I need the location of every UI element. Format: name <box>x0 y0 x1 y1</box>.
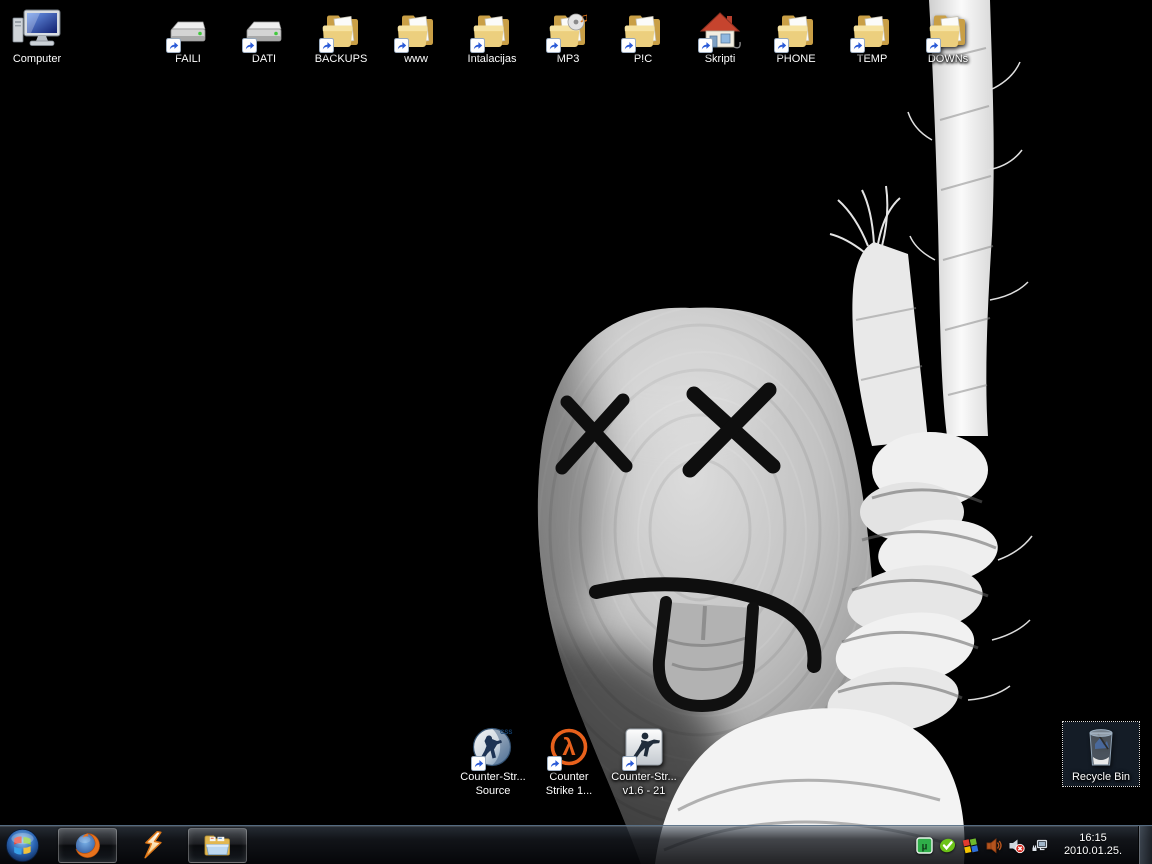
taskbar: µ <box>0 825 1152 864</box>
desktop-icon-skripti[interactable]: Skripti <box>682 4 758 68</box>
folder-icon <box>319 6 363 52</box>
desktop-icon-counter-strike-source[interactable]: Counter-Str... Source <box>455 722 531 800</box>
harddrive-icon <box>166 6 210 52</box>
shortcut-arrow-icon <box>319 38 334 53</box>
desktop-icon-computer[interactable]: Computer <box>0 4 75 68</box>
volume-muted-tray-icon[interactable] <box>1007 836 1025 854</box>
harddrive-icon <box>242 6 286 52</box>
audio-manager-tray-icon[interactable] <box>984 836 1002 854</box>
system-tray: µ <box>915 826 1152 864</box>
taskbar-clock[interactable]: 16:15 2010.01.25. <box>1055 832 1131 858</box>
taskbar-button-winamp[interactable] <box>130 829 176 862</box>
colored-squares-tray-icon[interactable] <box>961 836 979 854</box>
folder-icon <box>774 6 818 52</box>
folder-icon <box>470 6 514 52</box>
folder-icon <box>926 6 970 52</box>
house-icon <box>698 6 742 52</box>
shortcut-arrow-icon <box>622 756 637 771</box>
desktop-icon-intalacijas[interactable]: Intalacijas <box>454 4 530 68</box>
desktop-icon-recycle-bin[interactable]: Recycle Bin <box>1063 722 1139 786</box>
desktop-icon-temp[interactable]: TEMP <box>834 4 910 68</box>
folder-icon <box>850 6 894 52</box>
desktop-icon-counter-strike-16[interactable]: Counter-Str... v1.6 - 21 <box>606 722 682 800</box>
taskbar-button-firefox[interactable] <box>58 828 117 863</box>
winamp-lightning-icon <box>141 830 165 860</box>
desktop-icon-downs[interactable]: DOWNs <box>910 4 986 68</box>
desktop-icon-faili[interactable]: FAILI <box>150 4 226 68</box>
folder-icon <box>621 6 665 52</box>
shortcut-arrow-icon <box>546 38 561 53</box>
counter-strike-16-icon <box>621 724 667 770</box>
desktop-icon-counter-strike-1[interactable]: Counter Strike 1... <box>531 722 607 800</box>
desktop-icon-dati[interactable]: DATI <box>226 4 302 68</box>
taskbar-button-explorer[interactable] <box>188 828 247 863</box>
shortcut-arrow-icon <box>470 38 485 53</box>
security-check-tray-icon[interactable] <box>938 836 956 854</box>
desktop-icon-phone[interactable]: PHONE <box>758 4 834 68</box>
desktop-icon-pic[interactable]: P!C <box>605 4 681 68</box>
music-folder-icon <box>546 6 590 52</box>
svg-text:µ: µ <box>921 841 927 852</box>
shortcut-arrow-icon <box>242 38 257 53</box>
firefox-icon <box>73 831 102 860</box>
half-life-lambda-icon <box>546 724 592 770</box>
clock-time: 16:15 <box>1055 832 1131 845</box>
counter-strike-source-icon <box>470 724 516 770</box>
start-button[interactable] <box>2 826 42 864</box>
clock-date: 2010.01.25. <box>1055 845 1131 858</box>
explorer-folder-icon <box>202 831 233 860</box>
shortcut-arrow-icon <box>926 38 941 53</box>
shortcut-arrow-icon <box>394 38 409 53</box>
computer-icon <box>10 6 64 52</box>
desktop: Computer FAILI DATI BACKUPS www Intalaci… <box>0 0 1152 864</box>
shortcut-arrow-icon <box>621 38 636 53</box>
shortcut-arrow-icon <box>850 38 865 53</box>
shortcut-arrow-icon <box>698 38 713 53</box>
folder-icon <box>394 6 438 52</box>
utorrent-tray-icon[interactable]: µ <box>915 836 933 854</box>
recycle-bin-icon <box>1078 724 1124 770</box>
shortcut-arrow-icon <box>547 756 562 771</box>
windows-orb-icon <box>4 827 41 864</box>
network-status-tray-icon[interactable] <box>1030 836 1048 854</box>
shortcut-arrow-icon <box>166 38 181 53</box>
desktop-icon-www[interactable]: www <box>378 4 454 68</box>
show-desktop-button[interactable] <box>1138 826 1152 864</box>
shortcut-arrow-icon <box>471 756 486 771</box>
desktop-icon-backups[interactable]: BACKUPS <box>303 4 379 68</box>
shortcut-arrow-icon <box>774 38 789 53</box>
desktop-icon-mp3[interactable]: MP3 <box>530 4 606 68</box>
